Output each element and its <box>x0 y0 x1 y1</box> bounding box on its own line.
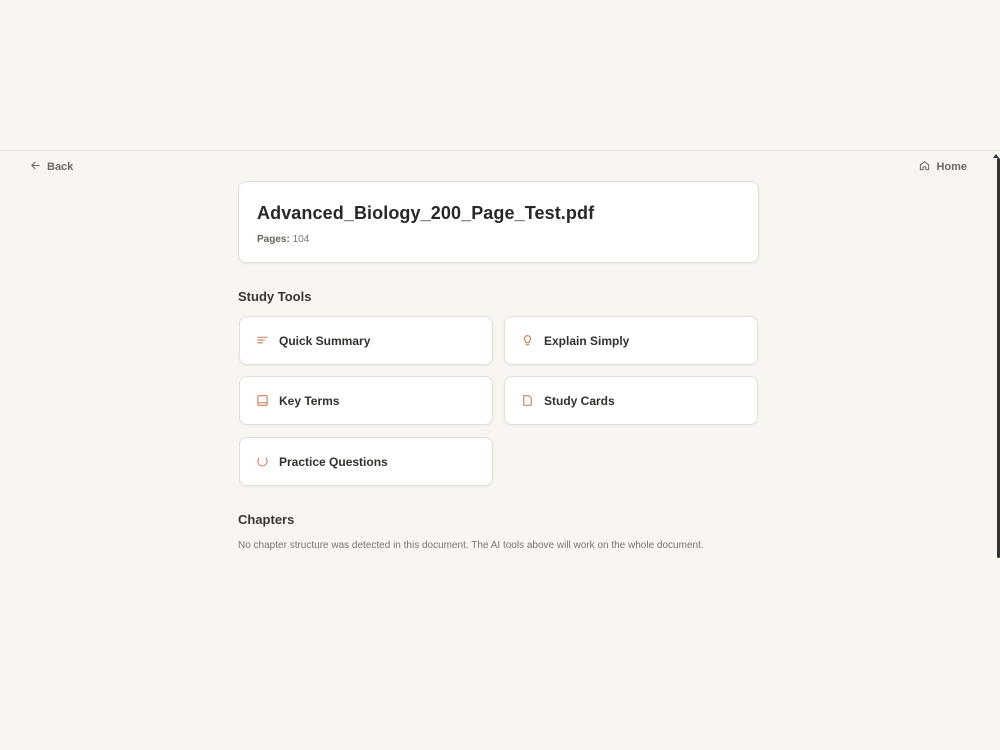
document-pages: Pages: 104 <box>257 234 740 245</box>
card-icon <box>521 394 534 407</box>
key-terms-label: Key Terms <box>279 393 340 408</box>
document-card: Advanced_Biology_200_Page_Test.pdf Pages… <box>238 181 759 263</box>
quick-summary-button[interactable]: Quick Summary <box>239 316 493 365</box>
practice-questions-button[interactable]: Practice Questions <box>239 437 493 486</box>
chapters-heading: Chapters <box>238 512 295 527</box>
document-title: Advanced_Biology_200_Page_Test.pdf <box>257 203 595 223</box>
chapters-note: No chapter structure was detected in thi… <box>238 540 704 551</box>
explain-simply-label: Explain Simply <box>544 333 630 348</box>
lightbulb-icon <box>521 334 534 347</box>
app-frame: Back Home Advanced_Biology_200_Page_Test… <box>0 0 1000 750</box>
study-tools-heading: Study Tools <box>238 289 312 304</box>
spinner-icon <box>256 455 269 468</box>
arrow-left-icon <box>30 160 41 174</box>
study-cards-label: Study Cards <box>544 393 615 408</box>
back-link[interactable]: Back <box>30 160 73 174</box>
pages-value: 104 <box>292 234 310 245</box>
pages-label: Pages: <box>257 234 290 245</box>
book-icon <box>256 394 269 407</box>
quick-summary-label: Quick Summary <box>279 333 371 348</box>
explain-simply-button[interactable]: Explain Simply <box>504 316 758 365</box>
home-link[interactable]: Home <box>919 160 967 174</box>
back-label: Back <box>47 161 74 173</box>
home-icon <box>919 160 930 174</box>
home-label: Home <box>936 161 967 173</box>
practice-questions-label: Practice Questions <box>279 454 388 469</box>
key-terms-button[interactable]: Key Terms <box>239 376 493 425</box>
lines-icon <box>256 334 269 347</box>
top-blank-area <box>0 0 1000 150</box>
header-divider <box>0 150 1000 151</box>
study-cards-button[interactable]: Study Cards <box>504 376 758 425</box>
